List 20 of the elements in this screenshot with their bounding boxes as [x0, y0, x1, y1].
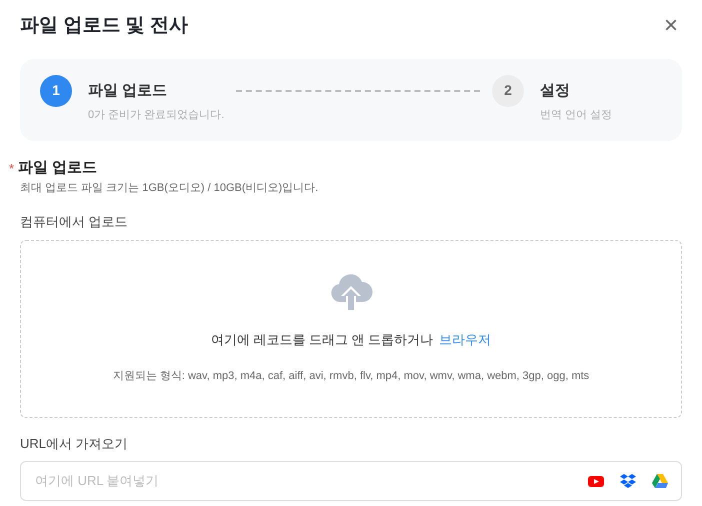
drop-instruction: 여기에 레코드를 드래그 앤 드롭하거나	[210, 332, 434, 348]
hint-text: 최대 업로드 파일 크기는 1GB(오디오) / 10GB(비디오)입니다.	[20, 180, 320, 196]
dialog-title: 파일 업로드 및 전사	[20, 14, 188, 38]
supported-formats: 지원되는 형식: wav, mp3, m4a, caf, aiff, avi, rmvb, flv, mp4, mov, wmv, wma, webm, 3gp, ogg, mts	[112, 369, 590, 384]
required-mark: *	[9, 160, 14, 178]
step-title: 파일 업로드	[88, 80, 168, 100]
cloud-upload-icon	[329, 272, 373, 312]
field-label: URL에서 가져오기	[20, 434, 129, 452]
browse-link[interactable]: 브라우저	[439, 332, 492, 348]
step-subtitle: 번역 언어 설정	[540, 108, 612, 122]
dropbox-icon[interactable]	[619, 472, 637, 490]
section-title: 파일 업로드	[18, 158, 98, 178]
step-subtitle: 0가 준비가 완료되었습니다.	[88, 108, 224, 122]
step-number: 2	[492, 74, 524, 106]
drive-icon[interactable]	[651, 472, 669, 490]
url-field[interactable]: 여기에 URL 붙여넣기	[20, 461, 682, 501]
close-button[interactable]: ×	[660, 14, 682, 38]
step-number: 1	[40, 74, 72, 106]
step-title: 설정	[540, 80, 571, 100]
field-label: 컴퓨터에서 업로드	[20, 213, 129, 231]
